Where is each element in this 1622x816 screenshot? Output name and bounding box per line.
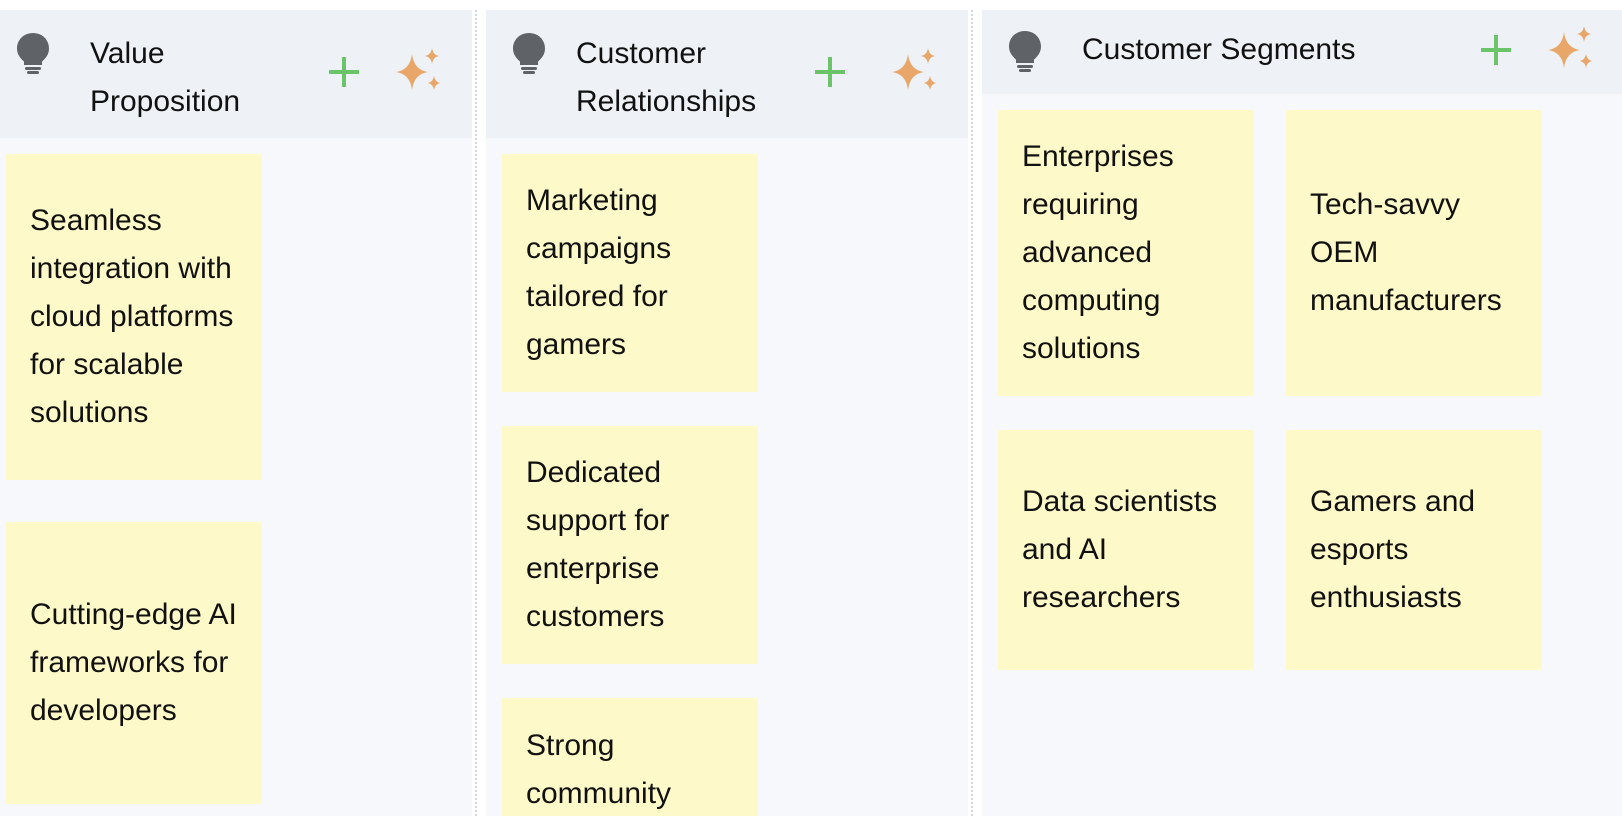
lightbulb-icon: [1009, 31, 1041, 72]
column-header: Value Proposition: [0, 10, 472, 138]
column-customer-segments: Customer Segments Enterprises requiring …: [982, 10, 1622, 816]
lightbulb-icon: [17, 33, 49, 74]
column-divider: [971, 10, 973, 816]
plus-icon[interactable]: [812, 54, 848, 90]
sticky-note-text: Strong community: [526, 729, 672, 810]
sticky-note[interactable]: Cutting-edge AI frameworks for developer…: [6, 522, 262, 804]
sticky-note-text: Tech-savvy OEM manufacturers: [1310, 188, 1502, 317]
sticky-note-text: Enterprises requiring advanced computing…: [1022, 140, 1174, 365]
lightbulb-icon: [513, 33, 545, 74]
column-title: Customer Relationships: [576, 37, 757, 118]
sticky-note-text: Gamers and esports enthusiasts: [1310, 485, 1476, 614]
sticky-note[interactable]: Strong community: [502, 698, 758, 816]
column-header: Customer Relationships: [486, 10, 968, 138]
column-title: Customer Segments: [1082, 33, 1356, 66]
sticky-note[interactable]: Enterprises requiring advanced computing…: [998, 110, 1254, 396]
sticky-note[interactable]: Gamers and esports enthusiasts: [1286, 430, 1542, 670]
sticky-note[interactable]: Seamless integration with cloud platform…: [6, 154, 262, 480]
sticky-note[interactable]: Tech-savvy OEM manufacturers: [1286, 110, 1542, 396]
plus-icon[interactable]: [326, 54, 362, 90]
sticky-note[interactable]: Dedicated support for enterprise custome…: [502, 426, 758, 664]
column-header: Customer Segments: [982, 10, 1622, 94]
sparkles-icon[interactable]: [394, 46, 444, 96]
column-value-proposition: Value Proposition Seamless integration w…: [0, 10, 472, 816]
column-customer-relationships: Customer Relationships Marketing campaig…: [486, 10, 968, 816]
sparkles-icon[interactable]: [890, 46, 940, 96]
sticky-note-text: Cutting-edge AI frameworks for developer…: [30, 598, 237, 727]
sparkles-icon[interactable]: [1546, 24, 1596, 74]
sticky-note-text: Seamless integration with cloud platform…: [30, 204, 234, 429]
sticky-note-text: Dedicated support for enterprise custome…: [526, 456, 670, 633]
sticky-note-text: Data scientists and AI researchers: [1022, 485, 1218, 614]
sticky-note[interactable]: Marketing campaigns tailored for gamers: [502, 154, 758, 392]
column-divider: [475, 10, 477, 816]
sticky-note-text: Marketing campaigns tailored for gamers: [526, 184, 672, 361]
sticky-note[interactable]: Data scientists and AI researchers: [998, 430, 1254, 670]
column-title: Value Proposition: [90, 37, 241, 118]
plus-icon[interactable]: [1478, 32, 1514, 68]
